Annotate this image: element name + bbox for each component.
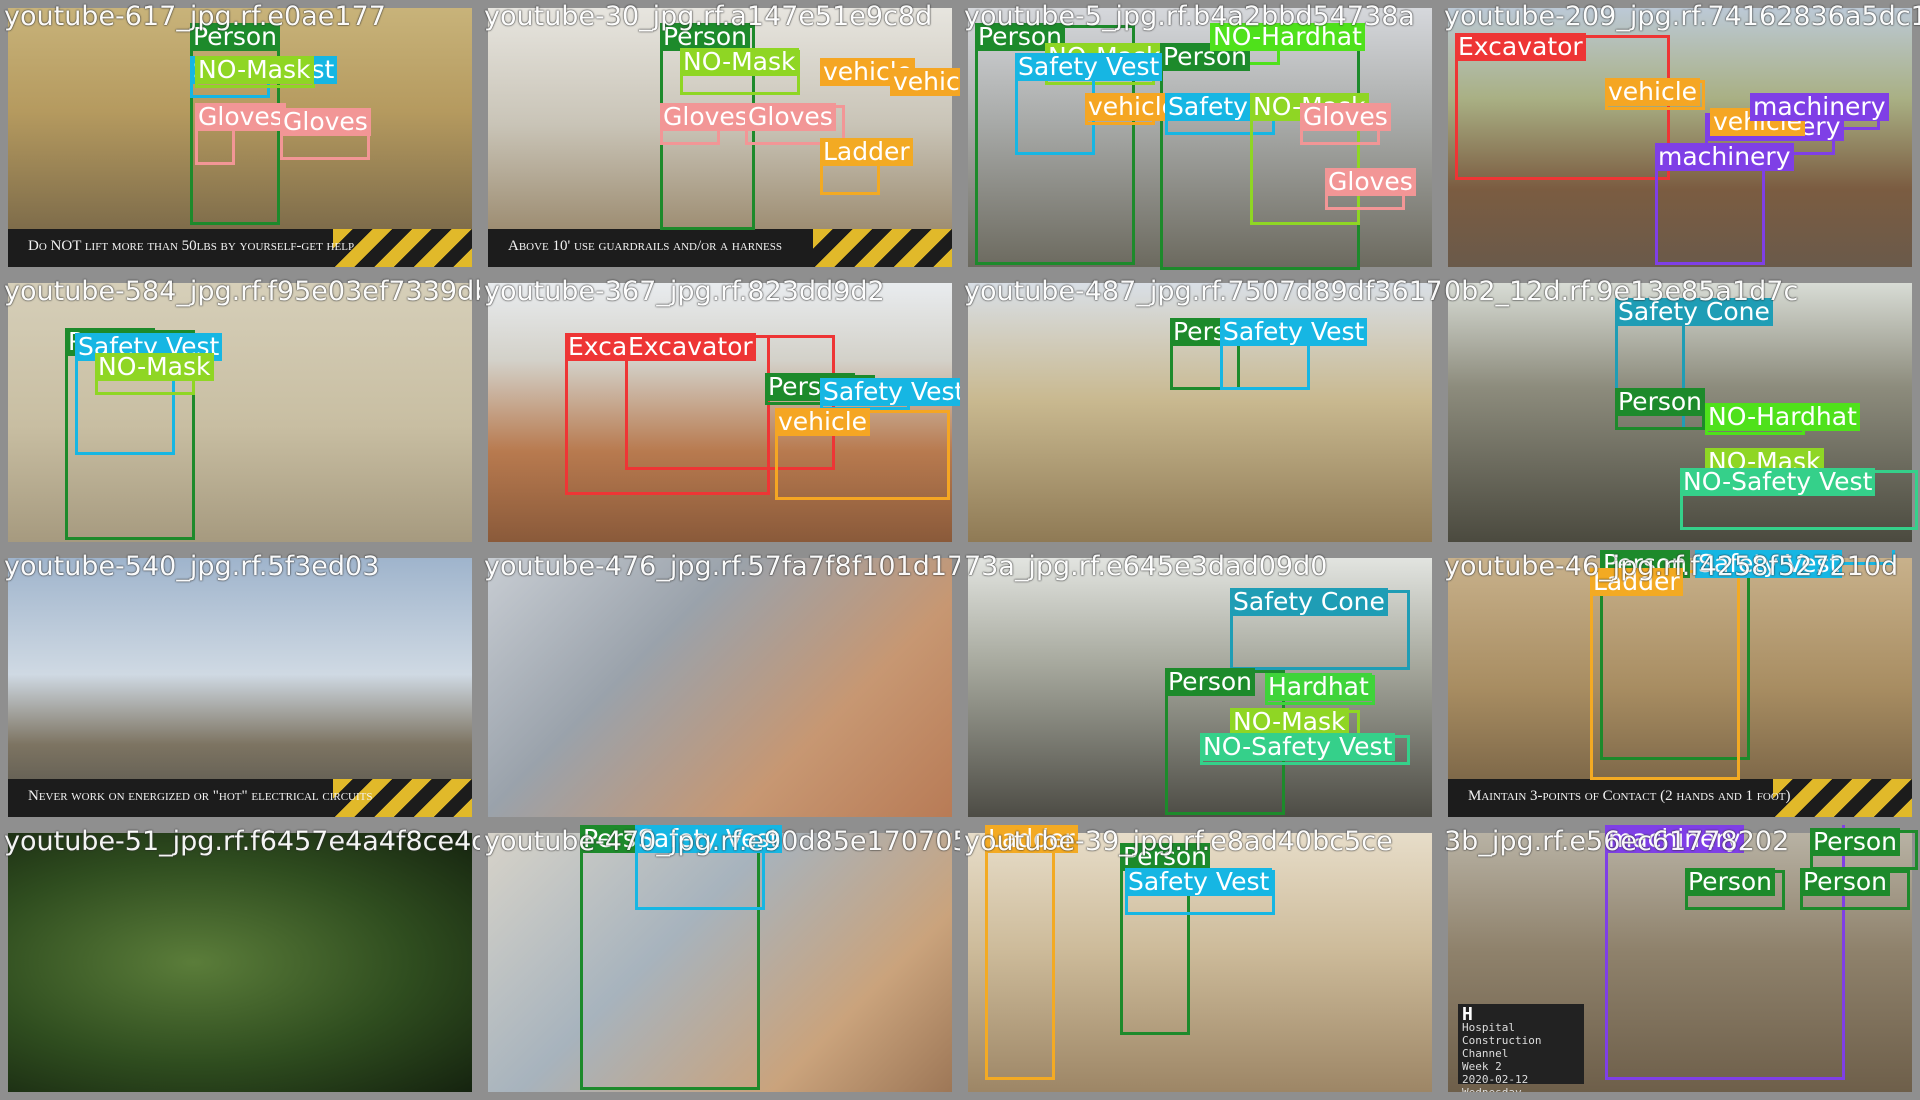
tile-filename: youtube-487_jpg.rf.7507d89df3617: [964, 276, 1440, 307]
mosaic-tile: youtube-39_jpg.rf.e8ad40bc5ce Ladder Perso…: [960, 825, 1440, 1100]
detection-label: Safety Vest: [1125, 868, 1273, 896]
detection-label: Gloves: [745, 103, 836, 131]
detection-label: Excavator: [625, 333, 756, 361]
tile-filename: youtube-51_jpg.rf.f6457e4a4f8ce4d: [4, 826, 480, 857]
hud-date: 2020-02-12: [1462, 1073, 1529, 1086]
detection-label: NO-Hardhat: [1705, 403, 1860, 431]
hud-logo: H: [1462, 1004, 1473, 1025]
detection-label: Gloves: [1325, 168, 1416, 196]
detection-label: Excavator: [1455, 33, 1586, 61]
detection-label: NO-Mask: [680, 48, 799, 76]
tile-photo: [488, 558, 952, 817]
detection-label: NO-Safety Vest: [1200, 733, 1396, 761]
mosaic-tile: youtube-367_jpg.rf.823dd9d2ExcavatorExca…: [480, 275, 960, 550]
tile-filename: youtube-476_jpg.rf.57fa7f8f101d17a: [484, 551, 960, 582]
detection-label: vehicle: [1605, 78, 1701, 106]
mosaic-tile: Maintain 3-points of Contact (2 hands an…: [1440, 550, 1920, 825]
tile-filename: youtube-367_jpg.rf.823dd9d2: [484, 276, 885, 307]
hud-week: Week 2: [1462, 1060, 1502, 1073]
detection-label: NO-Mask: [95, 353, 214, 381]
tile-filename: 73a_jpg.rf.e645e3dad09d0: [964, 551, 1328, 582]
detection-label: NO-Mask: [195, 56, 314, 84]
hazard-stripes: [812, 229, 952, 267]
mosaic-tile: 73a_jpg.rf.e645e3dad09d0 Safety Cone Perso…: [960, 550, 1440, 825]
camera-timestamp-overlay: H Hospital Construction Channel Week 2 2020-0…: [1458, 1004, 1584, 1092]
mosaic-tile: Above 10' use guardrails and/or a harnes…: [480, 0, 960, 275]
tile-filename: youtube-209_jpg.rf.74162836a5dc1: [1444, 1, 1920, 32]
tile-filename: youtube-540_jpg.rf.5f3ed03: [4, 551, 380, 582]
mosaic-tile: youtube-51_jpg.rf.f6457e4a4f8ce4d: [0, 825, 480, 1100]
mosaic-tile: youtube-5_jpg.rf.b4a2bbd54738aPersonNO-M…: [960, 0, 1440, 275]
tile-filename: 3b_jpg.rf.e56ec61778202: [1444, 826, 1790, 857]
banner-text: Maintain 3-points of Contact (2 hands an…: [1468, 788, 1791, 804]
detection-box: [985, 825, 1055, 1080]
detection-label: Person: [1685, 868, 1776, 896]
hud-day: Wednesday: [1462, 1086, 1580, 1092]
mosaic-grid: Do NOT lift more than 50lbs by yourself-…: [0, 0, 1920, 1100]
mosaic-tile: youtube-209_jpg.rf.74162836a5dc1 Excavato…: [1440, 0, 1920, 275]
tile-filename: youtube-39_jpg.rf.e8ad40bc5ce: [964, 826, 1393, 857]
mosaic-tile: youtube-487_jpg.rf.7507d89df3617 Person Sa…: [960, 275, 1440, 550]
mosaic-tile: 0b2_12d.rf.9e13e85a1d7c Safety Cone Person…: [1440, 275, 1920, 550]
safety-banner: Do NOT lift more than 50lbs by yourself-…: [8, 229, 472, 267]
mosaic-tile: H Hospital Construction Channel Week 2 2020-0…: [1440, 825, 1920, 1100]
tile-filename: youtube-584_jpg.rf.f95e03ef7339db: [4, 276, 480, 307]
detection-label: vehicle: [890, 68, 960, 96]
detection-label: machinery: [1655, 143, 1794, 171]
mosaic-tile: Do NOT lift more than 50lbs by yourself-…: [0, 0, 480, 275]
detection-label: Person: [1165, 668, 1256, 696]
mosaic-tile: youtube-476_jpg.rf.57fa7f8f101d17a: [480, 550, 960, 825]
tile-filename: youtube-617_jpg.rf.e0ae177: [4, 1, 386, 32]
tile-filename: 0b2_12d.rf.9e13e85a1d7c: [1444, 276, 1799, 307]
detection-label: Person: [1810, 828, 1901, 856]
hud-line: Channel: [1462, 1047, 1509, 1060]
detection-label: Gloves: [195, 103, 286, 131]
detection-box: [1605, 825, 1845, 1080]
safety-banner: Above 10' use guardrails and/or a harnes…: [488, 229, 952, 267]
detection-label: Safety Vest: [820, 378, 960, 406]
mosaic-tile: Never work on energized or "hot" electri…: [0, 550, 480, 825]
hazard-stripes: [1772, 779, 1912, 817]
detection-box: [1590, 570, 1740, 780]
tile-filename: youtube-470_jpg.rf.e90d85e1707055: [484, 826, 960, 857]
detection-label: Person: [1615, 388, 1706, 416]
mosaic-tile: youtube-584_jpg.rf.f95e03ef7339dbPersonS…: [0, 275, 480, 550]
detection-label: NO-Safety Vest: [1680, 468, 1876, 496]
tile-filename: youtube-46_jpg.rf.f4258f527210d: [1444, 551, 1899, 582]
detection-label: Safety Vest: [1015, 53, 1163, 81]
detection-label: vehicle: [775, 408, 871, 436]
hud-line: Construction: [1462, 1034, 1542, 1047]
tile-photo: Never work on energized or "hot" electri…: [8, 558, 472, 817]
detection-label: Hardhat: [1265, 673, 1372, 701]
banner-text: Above 10' use guardrails and/or a harnes…: [508, 238, 782, 254]
detection-label: Ladder: [820, 138, 913, 166]
banner-text: Never work on energized or "hot" electri…: [28, 788, 373, 804]
detection-label: Gloves: [280, 108, 371, 136]
banner-text: Do NOT lift more than 50lbs by yourself-…: [28, 238, 355, 254]
detection-label: Gloves: [660, 103, 751, 131]
detection-label: Person: [1800, 868, 1891, 896]
detection-label: Safety Vest: [1220, 318, 1368, 346]
tile-filename: youtube-30_jpg.rf.a147e51e9c8d: [484, 1, 933, 32]
tile-photo: [8, 833, 472, 1092]
hud-line: Hospital: [1462, 1021, 1515, 1034]
tile-filename: youtube-5_jpg.rf.b4a2bbd54738a: [964, 1, 1415, 32]
safety-banner: Maintain 3-points of Contact (2 hands an…: [1448, 779, 1912, 817]
safety-banner: Never work on energized or "hot" electri…: [8, 779, 472, 817]
mosaic-tile: youtube-470_jpg.rf.e90d85e1707055 Person S…: [480, 825, 960, 1100]
detection-label: Safety Cone: [1230, 588, 1388, 616]
detection-label: machinery: [1750, 93, 1889, 121]
detection-label: Gloves: [1300, 103, 1391, 131]
